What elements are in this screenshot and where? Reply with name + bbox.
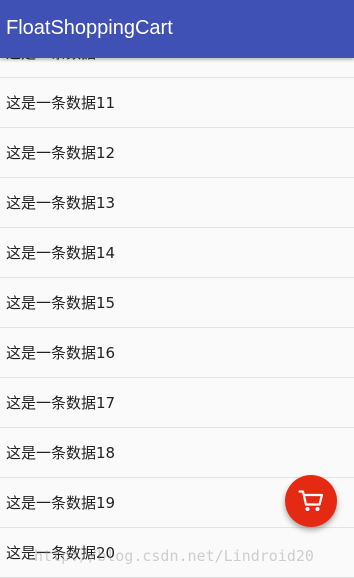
list-item-label: 这是一条数据13 <box>6 194 116 212</box>
list-item[interactable]: 这是一条数据20 <box>0 528 354 578</box>
app-title: FloatShoppingCart <box>6 16 173 39</box>
shopping-cart-icon <box>298 489 324 513</box>
list-item-label: 这是一条数据14 <box>6 244 116 262</box>
list-item-label: 这是一条数据17 <box>6 394 116 412</box>
list-item[interactable]: 这是一条数据14 <box>0 228 354 278</box>
list-item[interactable]: 这是一条数据18 <box>0 428 354 478</box>
list-item-label: 这是一条数据11 <box>6 94 116 112</box>
list-item[interactable]: 这是一条数据12 <box>0 128 354 178</box>
shopping-cart-button[interactable] <box>285 475 337 527</box>
list-item-label: 这是一条数据18 <box>6 444 116 462</box>
list-item-label: 这是一条数据20 <box>6 544 116 562</box>
app-bar: FloatShoppingCart <box>0 0 354 58</box>
list-item[interactable]: 这是一条数据15 <box>0 278 354 328</box>
list-item[interactable]: 这是一条数据11 <box>0 78 354 128</box>
list-item-label: 这是一条数据16 <box>6 344 116 362</box>
list-item[interactable]: 这是一条数据13 <box>0 178 354 228</box>
list-item-label: 这是一条数据19 <box>6 494 116 512</box>
list-item[interactable]: 这是一条数据17 <box>0 378 354 428</box>
list-item-label: 这是一条数据15 <box>6 294 116 312</box>
list-item[interactable]: 这是一条数据16 <box>0 328 354 378</box>
app-screen: 这是一条数据10 这是一条数据11 这是一条数据12 这是一条数据13 这是一条… <box>0 0 354 578</box>
list-item-label: 这是一条数据12 <box>6 144 116 162</box>
